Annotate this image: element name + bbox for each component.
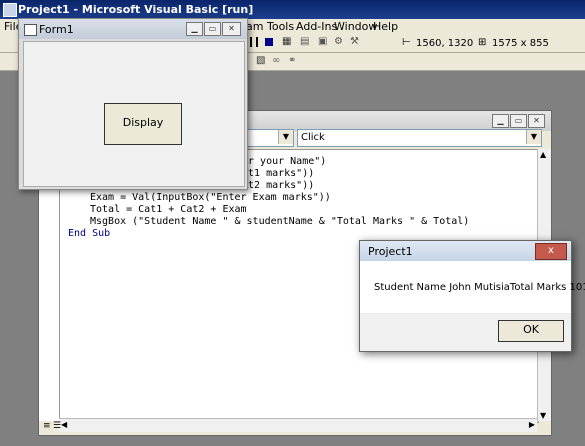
close-icon[interactable]: x [535, 243, 567, 260]
restore-icon[interactable]: ▭ [510, 114, 527, 128]
code-line: at1 marks")) [242, 168, 315, 179]
message-box-caption: Project1 x [360, 241, 571, 261]
form1-client-area: Display [23, 41, 245, 187]
size-readout: 1575 x 855 [492, 38, 549, 49]
maximize-icon[interactable]: ▭ [204, 22, 221, 36]
minimize-icon[interactable]: ▁ [492, 114, 509, 128]
binoculars-icon[interactable]: ∞ [272, 55, 280, 66]
scroll-left-icon[interactable]: ◀ [61, 420, 67, 429]
object-browser-icon[interactable]: ⚙ [334, 36, 343, 47]
scroll-down-icon[interactable]: ▼ [540, 411, 546, 420]
close-icon[interactable]: ✕ [528, 114, 545, 128]
code-line: at2 marks")) [242, 180, 315, 191]
code-line: er your Name") [242, 156, 327, 167]
code-line: End Sub [68, 228, 111, 239]
message-text: Student Name John MutisiaTotal Marks 101 [374, 282, 585, 293]
toolbox-icon[interactable]: ⚒ [350, 36, 359, 47]
full-module-view-icon[interactable]: ☰ [53, 421, 61, 431]
procedure-view-icon[interactable]: ≡ [43, 421, 51, 431]
vb-app-icon [3, 3, 17, 17]
menu-add-ins[interactable]: Add-Ins [296, 20, 337, 33]
message-box-title: Project1 [368, 245, 413, 258]
code-line: MsgBox ("Student Name " & studentName & … [90, 216, 470, 227]
code-line: Exam = Val(InputBox("Enter Exam marks")) [90, 192, 331, 203]
chevron-down-icon[interactable]: ▼ [526, 130, 541, 144]
link-icon[interactable]: ⚭ [288, 55, 296, 66]
form-design-icon[interactable]: ▧ [256, 55, 265, 66]
app-title: Project1 - Microsoft Visual Basic [run] [18, 3, 254, 16]
horizontal-scrollbar[interactable]: ◀ ▶ [59, 418, 537, 432]
procedure-combo-value: Click [301, 132, 325, 143]
message-box-body: Student Name John MutisiaTotal Marks 101 [360, 261, 585, 313]
form1-title: Form1 [39, 23, 74, 36]
scroll-right-icon[interactable]: ▶ [529, 420, 535, 429]
minimize-icon[interactable]: ▁ [186, 22, 203, 36]
display-button[interactable]: Display [104, 103, 182, 145]
menu-window[interactable]: Window [334, 20, 377, 33]
chevron-down-icon[interactable]: ▼ [278, 130, 293, 144]
form1-window: Form1 ▁ ▭ ✕ Display [18, 18, 248, 190]
scroll-up-icon[interactable]: ▲ [540, 150, 546, 159]
position-readout: 1560, 1320 [416, 38, 474, 49]
code-line: Total = Cat1 + Cat2 + Exam [90, 204, 247, 215]
close-icon[interactable]: ✕ [222, 22, 241, 36]
position-icon: ⊢ [402, 37, 411, 48]
procedure-combo[interactable]: Click ▼ [297, 129, 542, 147]
ok-button[interactable]: OK [498, 320, 564, 342]
menu-tools[interactable]: Tools [267, 20, 294, 33]
main-title-bar: Project1 - Microsoft Visual Basic [run] [0, 0, 585, 19]
message-box: Project1 x Student Name John MutisiaTota… [359, 240, 585, 352]
size-icon: ⊞ [478, 37, 487, 48]
pause-icon[interactable] [250, 37, 258, 47]
form-layout-icon[interactable]: ▣ [318, 36, 327, 47]
form1-caption: Form1 ▁ ▭ ✕ [19, 19, 247, 39]
stop-icon[interactable] [265, 38, 273, 46]
form-icon [24, 24, 37, 36]
project-explorer-icon[interactable]: ▦ [282, 36, 291, 47]
menu-diagram[interactable]: am [246, 20, 263, 33]
menu-help[interactable]: Help [373, 20, 398, 33]
properties-icon[interactable]: ▤ [300, 36, 309, 47]
